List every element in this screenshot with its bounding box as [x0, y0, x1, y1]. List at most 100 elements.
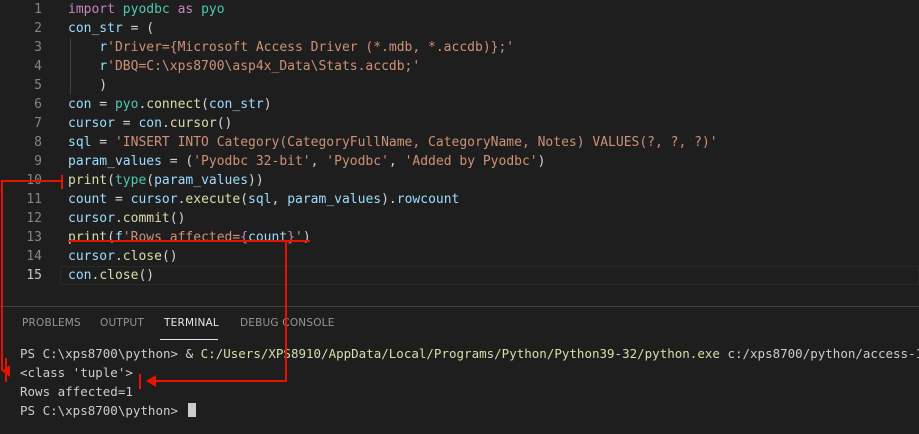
code-line[interactable]: 14 cursor.close(): [0, 247, 919, 266]
code-token: }: [287, 230, 295, 245]
code-line[interactable]: 1 import pyodbc as pyo: [0, 0, 919, 19]
code-token: import: [68, 2, 115, 17]
code-token: ): [302, 230, 311, 245]
code-token: ): [263, 97, 272, 112]
terminal-amp: &: [185, 346, 201, 361]
code-line[interactable]: 3 r'Driver={Microsoft Access Driver (*.m…: [0, 38, 919, 57]
active-tab-underline: [160, 339, 218, 340]
code-token: param_values: [68, 154, 162, 169]
code-token: (): [169, 211, 186, 226]
panel-tabs: PROBLEMS OUTPUT TERMINAL DEBUG CONSOLE: [0, 317, 919, 337]
code-text[interactable]: con.close(): [68, 266, 154, 285]
code-text[interactable]: cursor.close(): [68, 247, 178, 266]
code-token: pyodbc: [122, 2, 170, 17]
code-token: ).: [381, 192, 397, 207]
code-token: con: [68, 268, 92, 283]
code-text[interactable]: param_values = ('Pyodbc 32-bit', 'Pyodbc…: [68, 152, 545, 171]
code-token: ): [68, 78, 108, 93]
code-text[interactable]: print(f'Rows affected={count}'): [68, 228, 311, 247]
code-text[interactable]: import pyodbc as pyo: [68, 0, 225, 19]
code-line[interactable]: 7 cursor = con.cursor(): [0, 114, 919, 133]
tab-problems[interactable]: PROBLEMS: [22, 317, 81, 329]
line-number: 12: [26, 211, 42, 226]
code-token: print: [68, 230, 108, 245]
code-token: = (: [161, 154, 194, 169]
code-line[interactable]: 6 con = pyo.connect(con_str): [0, 95, 919, 114]
tab-terminal[interactable]: TERMINAL: [164, 317, 219, 329]
line-number: 11: [26, 192, 42, 207]
code-token: (: [240, 192, 249, 207]
terminal-script-arg: c:/xps8700/python/access-1.py: [727, 346, 919, 361]
code-text[interactable]: r'DBQ=C:\xps8700\asp4x_Data\Stats.accdb;…: [68, 57, 420, 76]
terminal-line-prompt[interactable]: PS C:\xps8700\python>: [20, 401, 196, 420]
line-number: 15: [26, 268, 42, 283]
line-number: 10: [26, 173, 42, 188]
code-token: cursor: [68, 116, 115, 131]
code-text[interactable]: con = pyo.connect(con_str): [68, 95, 272, 114]
code-line[interactable]: 13 print(f'Rows affected={count}'): [0, 228, 919, 247]
code-token: 'INSERT INTO Category(CategoryFullName, …: [114, 135, 718, 150]
code-token: ,: [310, 154, 327, 169]
code-token: print: [68, 173, 108, 188]
code-text[interactable]: r'Driver={Microsoft Access Driver (*.mdb…: [68, 38, 514, 57]
line-number: 14: [26, 249, 42, 264]
code-token: =: [91, 97, 115, 112]
line-number: 3: [34, 40, 42, 55]
code-token: .: [161, 116, 170, 131]
code-token: = (: [122, 21, 155, 36]
code-text[interactable]: ): [68, 76, 107, 95]
code-token: sql: [248, 192, 272, 207]
code-token: ': [295, 230, 303, 245]
code-token: =: [91, 135, 115, 150]
code-line[interactable]: 10 print(type(param_values)): [0, 171, 919, 190]
code-token: (: [201, 97, 209, 112]
code-line[interactable]: 5 ): [0, 76, 919, 95]
code-text[interactable]: con_str = (: [68, 19, 154, 38]
code-text[interactable]: print(type(param_values)): [68, 171, 264, 190]
bottom-panel: PROBLEMS OUTPUT TERMINAL DEBUG CONSOLE P…: [0, 306, 919, 434]
code-token: count: [248, 230, 288, 245]
code-token: close: [99, 268, 139, 283]
code-token: param_values: [154, 173, 249, 188]
terminal-cursor: [187, 403, 196, 417]
code-token: count: [68, 192, 108, 207]
tab-debug-console[interactable]: DEBUG CONSOLE: [240, 317, 335, 329]
code-token: cursor: [68, 211, 115, 226]
code-line[interactable]: 4 r'DBQ=C:\xps8700\asp4x_Data\Stats.accd…: [0, 57, 919, 76]
code-line[interactable]: 12 cursor.commit(): [0, 209, 919, 228]
terminal-line-command[interactable]: PS C:\xps8700\python> & C:/Users/XPS8910…: [20, 344, 919, 363]
code-token: commit: [122, 211, 170, 226]
code-line[interactable]: 8 sql = 'INSERT INTO Category(CategoryFul…: [0, 133, 919, 152]
terminal-prompt: PS C:\xps8700\python>: [20, 346, 186, 361]
code-text[interactable]: cursor.commit(): [68, 209, 185, 228]
code-text[interactable]: cursor = con.cursor(): [68, 114, 232, 133]
code-token: con_str: [208, 97, 264, 112]
line-number: 5: [34, 78, 42, 93]
terminal-exe-path: C:/Users/XPS8910/AppData/Local/Programs/…: [200, 346, 720, 361]
code-line[interactable]: 9 param_values = ('Pyodbc 32-bit', 'Pyodb…: [0, 152, 919, 171]
line-number: 4: [34, 59, 42, 74]
code-token: ): [537, 154, 546, 169]
code-token: (: [107, 173, 115, 188]
code-token: (): [161, 249, 178, 264]
code-token: f: [114, 230, 123, 245]
code-token: 'Pyodbc 32-bit': [193, 154, 311, 169]
code-token: type: [114, 173, 147, 188]
code-token: (: [146, 173, 155, 188]
code-line[interactable]: 2 con_str = (: [0, 19, 919, 38]
code-token: cursor: [169, 116, 217, 131]
code-editor[interactable]: 1 import pyodbc as pyo 2 con_str = (3 r'Dri…: [0, 0, 919, 300]
code-token: r: [99, 59, 108, 74]
code-text[interactable]: sql = 'INSERT INTO Category(CategoryFull…: [68, 133, 718, 152]
code-token: cursor: [130, 192, 178, 207]
line-number: 2: [34, 21, 42, 36]
tab-output[interactable]: OUTPUT: [100, 317, 144, 329]
code-text[interactable]: count = cursor.execute(sql, param_values…: [68, 190, 459, 209]
code-line[interactable]: 15 con.close(): [0, 266, 919, 285]
code-token: connect: [146, 97, 202, 112]
code-line[interactable]: 11 count = cursor.execute(sql, param_valu…: [0, 190, 919, 209]
code-token: pyo: [201, 2, 225, 17]
